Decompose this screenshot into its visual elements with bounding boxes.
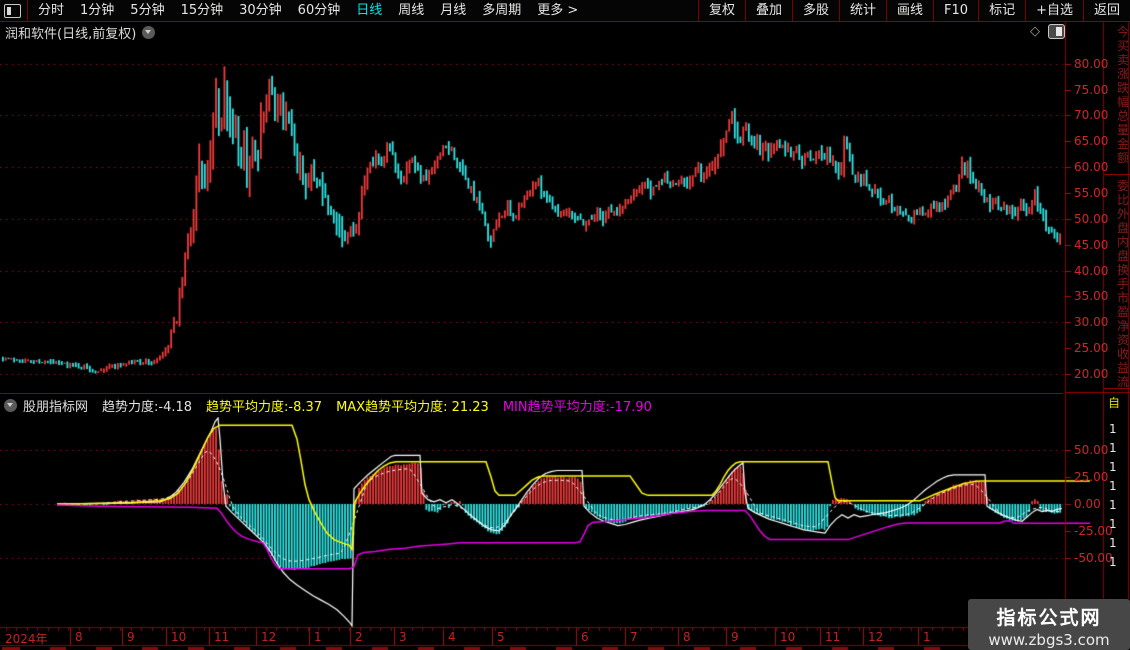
chart-canvas[interactable]	[0, 0, 1130, 650]
strip-char: 换	[1117, 264, 1130, 276]
strip-char: 卖	[1117, 54, 1130, 66]
strip-char: 比	[1117, 194, 1130, 206]
watermark-title: 指标公式网	[968, 603, 1130, 630]
indicator-value-2: MAX趋势平均力度: 21.23	[336, 396, 489, 415]
indicator-tick-label: 0.00	[1074, 497, 1101, 511]
month-label: 5	[497, 630, 505, 644]
strip-list-number: 1	[1109, 498, 1117, 512]
strip-list-number: 1	[1109, 517, 1117, 531]
strip-list-number: 1	[1109, 555, 1117, 569]
panel-toggle-icon[interactable]	[4, 4, 21, 18]
strip-char: 净	[1117, 320, 1130, 332]
trading-app-window: 分时1分钟5分钟15分钟30分钟60分钟日线周线月线多周期更多 > 复权叠加多股…	[0, 0, 1130, 650]
month-label: 6	[581, 630, 589, 644]
diamond-icon[interactable]: ◇	[1030, 25, 1040, 38]
chart-title: 润和软件(日线,前复权)	[5, 23, 136, 42]
month-label: 11	[214, 630, 229, 644]
timeframe-item-10[interactable]: 更多 >	[529, 0, 586, 21]
month-label: 3	[399, 630, 407, 644]
month-label: 9	[127, 630, 135, 644]
timeframe-item-8[interactable]: 月线	[432, 0, 474, 21]
strip-char: 市	[1117, 292, 1130, 304]
strip-list-number: 1	[1109, 441, 1117, 455]
strip-char: 涨	[1117, 68, 1130, 80]
month-label: 10	[171, 630, 186, 644]
menu-divider	[27, 0, 28, 21]
month-label: 10	[780, 630, 795, 644]
month-label: 9	[731, 630, 739, 644]
action-item-4[interactable]: 画线	[886, 0, 933, 21]
strip-char: 总	[1117, 110, 1130, 122]
indicator-header: 股朋指标网 趋势力度:-4.18 趋势平均力度:-8.37 MAX趋势平均力度: 2…	[0, 393, 1063, 417]
action-item-5[interactable]: F10	[933, 0, 978, 21]
action-item-2[interactable]: 多股	[792, 0, 839, 21]
timeframe-menu: 分时1分钟5分钟15分钟30分钟60分钟日线周线月线多周期更多 >	[0, 0, 586, 21]
month-label: 2	[355, 630, 363, 644]
timeframe-item-2[interactable]: 5分钟	[122, 0, 172, 21]
timeframe-item-5[interactable]: 60分钟	[290, 0, 349, 21]
strip-char: 跌	[1117, 82, 1130, 94]
month-label: 1	[314, 630, 322, 644]
timeframe-item-0[interactable]: 分时	[30, 0, 72, 21]
title-bar: 润和软件(日线,前复权)	[0, 23, 1130, 41]
strip-divider	[1104, 388, 1130, 389]
indicator-collapse-icon[interactable]	[4, 399, 17, 412]
top-toolbar: 分时1分钟5分钟15分钟30分钟60分钟日线周线月线多周期更多 > 复权叠加多股…	[0, 0, 1130, 22]
indicator-source-label[interactable]: 股朋指标网	[23, 396, 88, 415]
strip-char: 量	[1117, 124, 1130, 136]
month-label: 12	[868, 630, 883, 644]
month-label: 8	[683, 630, 691, 644]
right-sidebar-strip[interactable]: 今买卖涨跌幅总量金额委比外盘内盘换手市盈净资收益流自11111111	[1104, 22, 1130, 600]
timeframe-item-4[interactable]: 30分钟	[231, 0, 290, 21]
timeframe-item-6[interactable]: 日线	[348, 0, 390, 21]
action-item-7[interactable]: +自选	[1025, 0, 1083, 21]
timeframe-item-3[interactable]: 15分钟	[173, 0, 232, 21]
strip-char: 幅	[1117, 96, 1130, 108]
month-label: 1	[923, 630, 931, 644]
chevron-down-icon[interactable]	[142, 26, 155, 39]
strip-char: 收	[1117, 348, 1130, 360]
corner-icons: ◇	[1030, 24, 1065, 39]
split-window-icon[interactable]	[1048, 24, 1065, 39]
strip-char: 盈	[1117, 306, 1130, 318]
strip-char: 额	[1117, 152, 1130, 164]
strip-list-number: 1	[1109, 460, 1117, 474]
month-label: 11	[825, 630, 840, 644]
strip-divider	[1104, 174, 1130, 175]
strip-char: 金	[1117, 138, 1130, 150]
timeframe-item-9[interactable]: 多周期	[474, 0, 529, 21]
month-label: 12	[261, 630, 276, 644]
strip-list-number: 1	[1109, 479, 1117, 493]
indicator-value-0: 趋势力度:-4.18	[102, 396, 192, 415]
month-label: 8	[75, 630, 83, 644]
watermark-badge: 指标公式网 www.zbgs3.com	[968, 599, 1130, 650]
watermark-url: www.zbgs3.com	[968, 631, 1130, 649]
action-item-1[interactable]: 叠加	[745, 0, 792, 21]
strip-char: 内	[1117, 236, 1130, 248]
strip-char: 手	[1117, 278, 1130, 290]
month-label: 4	[448, 630, 456, 644]
strip-char: 买	[1117, 40, 1130, 52]
timeframe-item-7[interactable]: 周线	[390, 0, 432, 21]
action-item-3[interactable]: 统计	[839, 0, 886, 21]
strip-char: 外	[1117, 208, 1130, 220]
strip-char: 盘	[1117, 222, 1130, 234]
action-item-0[interactable]: 复权	[698, 0, 745, 21]
indicator-value-3: MIN趋势平均力度:-17.90	[503, 396, 652, 415]
strip-list-number: 1	[1109, 422, 1117, 436]
strip-char: 盘	[1117, 250, 1130, 262]
indicator-value-1: 趋势平均力度:-8.37	[206, 396, 322, 415]
strip-char: 益	[1117, 362, 1130, 374]
strip-list-number: 1	[1109, 536, 1117, 550]
month-label: 7	[630, 630, 638, 644]
month-label: 2024年	[5, 630, 48, 647]
action-item-8[interactable]: 返回	[1083, 0, 1130, 21]
strip-char: 委	[1117, 180, 1130, 192]
action-menu: 复权叠加多股统计画线F10标记+自选返回	[698, 0, 1130, 21]
strip-char: 资	[1117, 334, 1130, 346]
strip-highlight: 自	[1108, 394, 1120, 411]
action-item-6[interactable]: 标记	[978, 0, 1025, 21]
strip-char: 流	[1117, 376, 1130, 388]
timeframe-item-1[interactable]: 1分钟	[72, 0, 122, 21]
